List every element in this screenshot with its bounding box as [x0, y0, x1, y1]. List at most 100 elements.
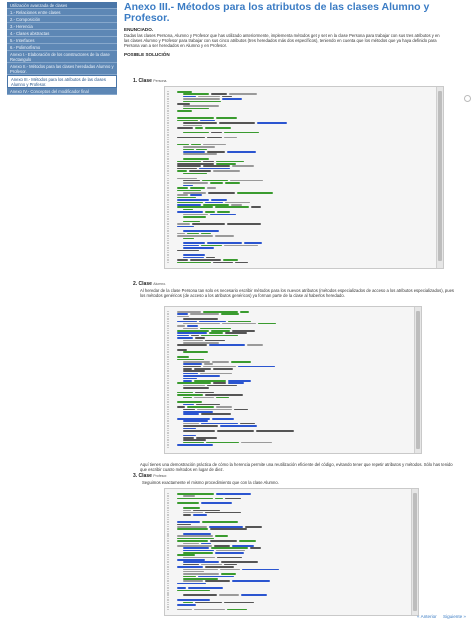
line-number [167, 141, 169, 143]
code-token [201, 521, 239, 523]
code-token [183, 408, 195, 411]
code-token [177, 566, 203, 568]
sidebar-item[interactable]: Utilización avanzada de clases [7, 2, 117, 9]
code-token [183, 318, 219, 320]
code-token [183, 370, 206, 373]
code-token [183, 93, 209, 95]
line-number [167, 533, 169, 535]
sidebar-item[interactable]: Anexo II.- Métodos para las clases hered… [7, 63, 117, 75]
code-token [218, 122, 255, 124]
line-number [167, 554, 169, 556]
code-token [256, 122, 287, 124]
sidebar-item[interactable]: 5.- Interfaces [7, 37, 117, 44]
code-token [195, 337, 205, 339]
line-number [167, 446, 169, 448]
code-scrollbar[interactable] [436, 87, 443, 268]
sidebar-item[interactable]: 1.- Relaciones entre clases [7, 9, 117, 16]
code-token [177, 523, 191, 526]
scrollbar-thumb[interactable] [438, 91, 442, 261]
line-number [167, 165, 169, 167]
line-number [167, 559, 169, 561]
line-number [167, 528, 169, 530]
code-token [216, 556, 243, 559]
code-token [183, 533, 211, 535]
scrollbar-thumb[interactable] [413, 493, 417, 611]
code-token [210, 93, 228, 95]
code-token [183, 580, 203, 582]
code-token [183, 429, 215, 432]
code-token [183, 549, 215, 552]
sidebar-item[interactable]: Anexo III.- Métodos para los atributos d… [7, 75, 117, 88]
code-token [225, 497, 242, 500]
code-block-profesor[interactable] [164, 488, 419, 616]
line-number [167, 242, 169, 244]
circle-icon [464, 95, 471, 102]
code-token [227, 382, 245, 384]
line-number [167, 580, 169, 582]
line-number [167, 403, 169, 406]
code-token [216, 549, 245, 552]
line-number [167, 341, 169, 344]
sidebar-item[interactable]: 3.- Herencia [7, 23, 117, 30]
code-token [206, 256, 215, 259]
line-number [167, 211, 169, 213]
code-token [183, 514, 192, 516]
code-token [177, 249, 199, 252]
line-number [167, 372, 169, 375]
code-token [202, 160, 215, 163]
code-token [183, 182, 209, 184]
code-token [183, 552, 214, 554]
previous-link[interactable]: « Anterior [417, 614, 437, 619]
code-token [177, 497, 214, 500]
line-number [167, 585, 169, 587]
code-token [202, 365, 237, 368]
line-number [167, 582, 169, 585]
code-token [183, 396, 193, 399]
code-token [177, 117, 214, 120]
code-token [183, 100, 221, 103]
code-token [183, 179, 201, 182]
code-token [247, 344, 263, 346]
line-number [167, 365, 169, 368]
code-token [183, 439, 207, 442]
sidebar-item[interactable]: 4.- Clases abstractas [7, 30, 117, 37]
line-number [167, 358, 169, 360]
line-number [167, 313, 169, 315]
line-number [167, 218, 169, 220]
code-token [224, 332, 248, 334]
code-token [231, 203, 242, 206]
code-token [177, 259, 188, 261]
code-token [205, 211, 215, 213]
line-number [167, 139, 169, 141]
code-token [183, 437, 195, 439]
code-token [183, 495, 195, 497]
code-token [183, 601, 194, 604]
code-token [183, 561, 219, 564]
line-number [167, 334, 169, 337]
scrollbar-thumb[interactable] [416, 311, 420, 449]
code-token [183, 208, 193, 211]
line-number [167, 131, 169, 134]
code-block-alumno[interactable] [164, 306, 422, 454]
code-token [214, 544, 230, 547]
code-token [183, 577, 219, 580]
line-number [167, 377, 169, 379]
line-number [167, 172, 169, 175]
sidebar-item[interactable]: Anexo I.- Elaboración de los constructor… [7, 51, 117, 63]
code-scrollbar[interactable] [411, 489, 418, 615]
code-scrollbar[interactable] [414, 307, 421, 453]
next-link[interactable]: Siguiente » [443, 614, 466, 619]
code-token [224, 182, 241, 184]
code-token [183, 425, 218, 427]
line-number [167, 344, 169, 346]
line-number [167, 112, 169, 115]
code-block-persona[interactable] [164, 86, 444, 269]
line-number [167, 349, 169, 351]
code-token [177, 587, 186, 589]
line-number [167, 401, 169, 403]
sidebar-item[interactable]: 6.- Polimorfismo [7, 44, 117, 51]
sidebar-item[interactable]: Anexo IV.- Conceptos del modificador fin… [7, 88, 117, 95]
line-number [167, 170, 169, 172]
line-number [167, 237, 169, 239]
sidebar-item[interactable]: 2.- Composición [7, 16, 117, 23]
